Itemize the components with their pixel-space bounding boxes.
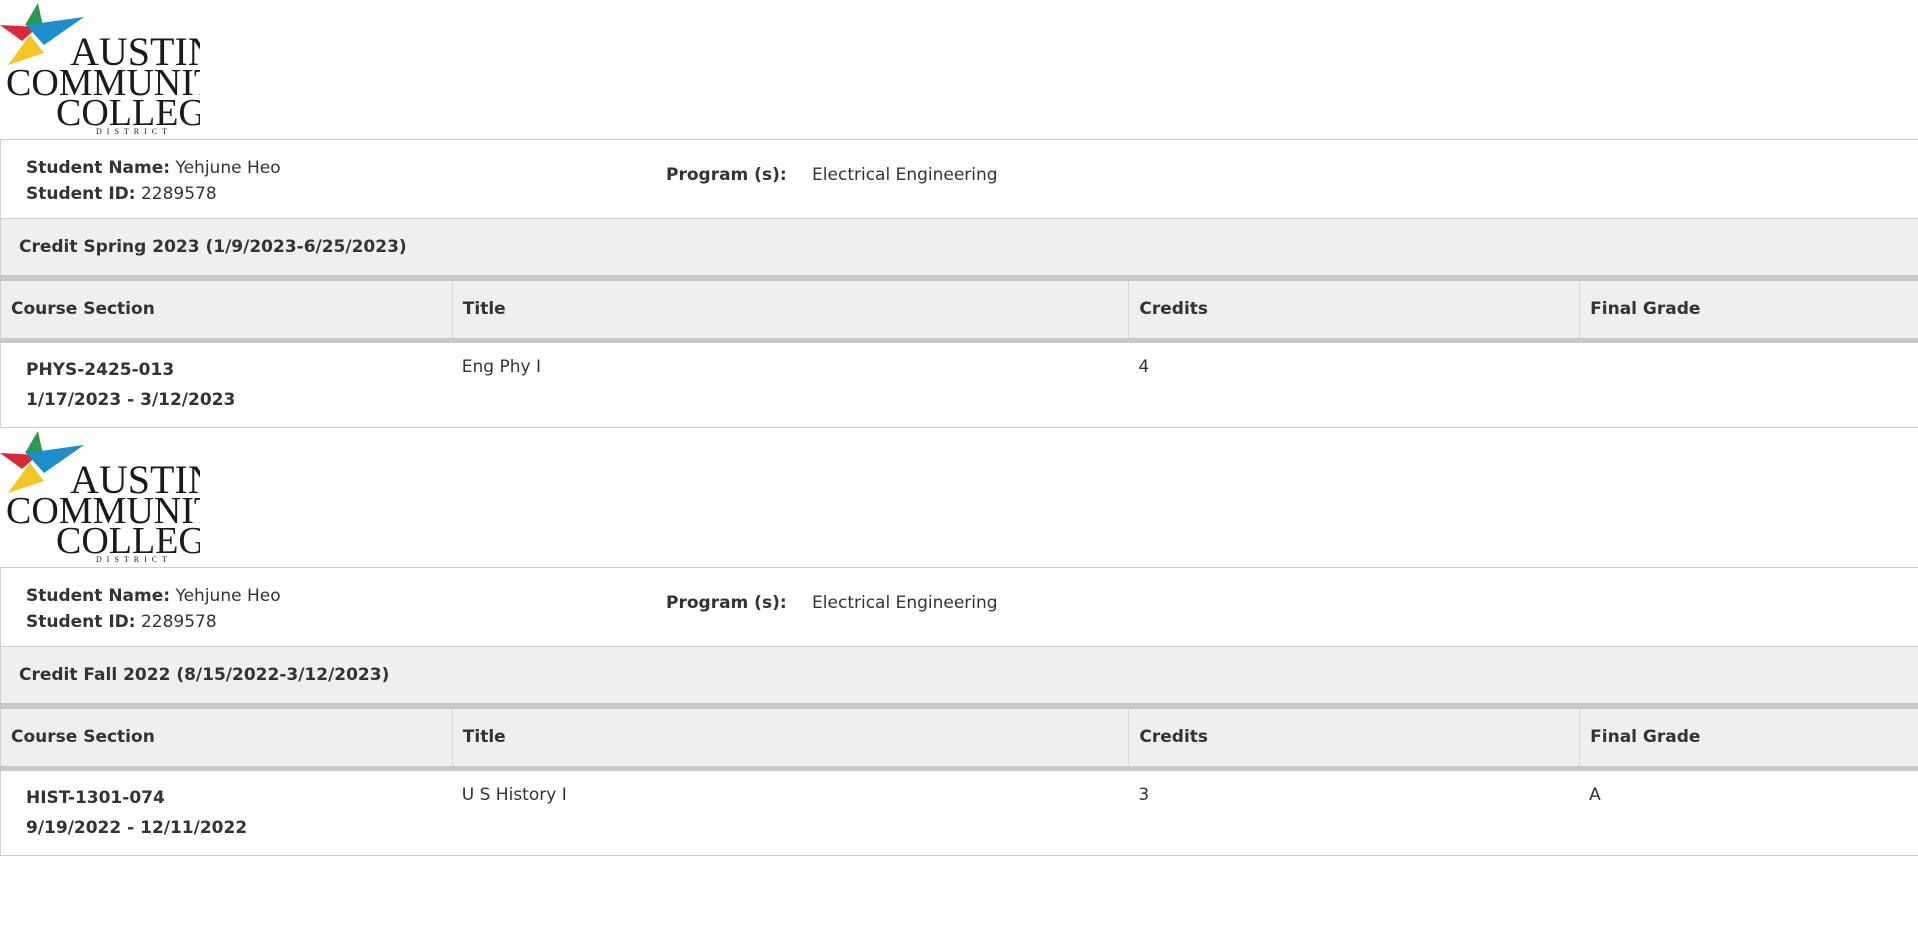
term-block-spring-2023: AUSTIN COMMUNITY COLLEGE DISTRICT Studen… [0, 0, 1918, 428]
course-grade-cell [1579, 343, 1918, 427]
col-final-grade: Final Grade [1579, 709, 1918, 766]
student-name-label: Student Name: [26, 158, 171, 178]
col-title: Title [451, 281, 1129, 338]
logo-line-4: DISTRICT [96, 127, 172, 135]
course-section-cell: PHYS-2425-013 1/17/2023 - 3/12/2023 [1, 343, 452, 427]
student-info: Student Name: Yehjune Heo Student ID: 22… [0, 140, 1918, 219]
transcript-report: AUSTIN COMMUNITY COLLEGE DISTRICT Studen… [0, 0, 1918, 856]
course-section-code: PHYS-2425-013 [26, 360, 175, 380]
student-name-label: Student Name: [26, 586, 171, 606]
student-id-value: 2289578 [140, 184, 217, 204]
course-section-code: HIST-1301-074 [26, 788, 165, 808]
col-credits: Credits [1128, 709, 1579, 766]
term-heading: Credit Fall 2022 (8/15/2022-3/12/2023) [0, 647, 1918, 703]
course-credits-cell: 4 [1138, 357, 1150, 377]
student-id-label: Student ID: [26, 612, 136, 632]
course-table-header: Course Section Title Credits Final Grade [0, 281, 1918, 338]
student-name-value: Yehjune Heo [175, 158, 281, 178]
logo-header: AUSTIN COMMUNITY COLLEGE DISTRICT [0, 428, 1918, 568]
course-credits-cell: 3 [1138, 785, 1150, 805]
col-credits: Credits [1128, 281, 1579, 338]
course-title-cell: Eng Phy I [461, 357, 541, 377]
course-dates: 9/19/2022 - 12/11/2022 [26, 818, 248, 838]
acc-logo: AUSTIN COMMUNITY COLLEGE DISTRICT [0, 3, 200, 135]
logo-header: AUSTIN COMMUNITY COLLEGE DISTRICT [0, 0, 1918, 140]
program-label: Program (s): [666, 593, 787, 613]
student-id-value: 2289578 [140, 612, 217, 632]
program-row: Program (s): Electrical Engineering [666, 590, 998, 616]
course-grade-cell: A [1589, 785, 1601, 805]
col-title: Title [451, 709, 1129, 766]
program-label: Program (s): [666, 165, 787, 185]
program-value: Electrical Engineering [812, 165, 998, 185]
student-name-row: Student Name: Yehjune Heo [26, 583, 281, 609]
course-table-header: Course Section Title Credits Final Grade [0, 709, 1918, 766]
student-name-row: Student Name: Yehjune Heo [26, 155, 281, 181]
program-value: Electrical Engineering [812, 593, 998, 613]
student-info: Student Name: Yehjune Heo Student ID: 22… [0, 568, 1918, 647]
student-id-label: Student ID: [26, 184, 136, 204]
student-name-value: Yehjune Heo [175, 586, 281, 606]
student-id-row: Student ID: 2289578 [26, 609, 281, 635]
term-block-fall-2022: AUSTIN COMMUNITY COLLEGE DISTRICT Studen… [0, 428, 1918, 856]
logo-line-4: DISTRICT [96, 555, 172, 563]
term-heading: Credit Spring 2023 (1/9/2023-6/25/2023) [0, 219, 1918, 275]
col-course-section: Course Section [11, 299, 155, 319]
col-final-grade: Final Grade [1579, 281, 1918, 338]
student-id-row: Student ID: 2289578 [26, 181, 281, 207]
course-title-cell: U S History I [461, 785, 567, 805]
acc-logo: AUSTIN COMMUNITY COLLEGE DISTRICT [0, 431, 200, 563]
course-section-cell: HIST-1301-074 9/19/2022 - 12/11/2022 [1, 771, 452, 855]
table-row: HIST-1301-074 9/19/2022 - 12/11/2022 U S… [0, 771, 1918, 856]
table-row: PHYS-2425-013 1/17/2023 - 3/12/2023 Eng … [0, 343, 1918, 428]
col-course-section: Course Section [11, 727, 155, 747]
program-row: Program (s): Electrical Engineering [666, 162, 998, 188]
course-dates: 1/17/2023 - 3/12/2023 [26, 390, 236, 410]
